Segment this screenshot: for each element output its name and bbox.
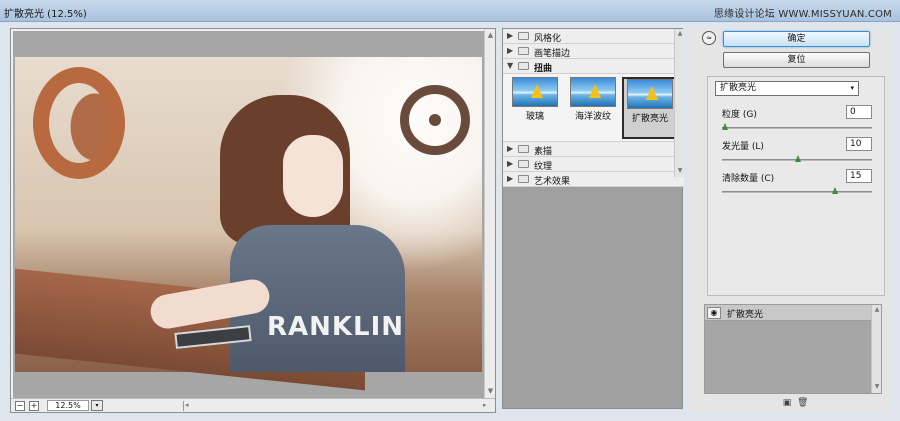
effect-layer-name: 扩散亮光 <box>727 310 764 320</box>
scroll-down-arrow-icon[interactable]: ▼ <box>676 167 684 175</box>
window-title: 扩散亮光 (12.5%) <box>4 9 87 20</box>
folder-label: 扭曲 <box>534 64 553 74</box>
thumb-diffuse-glow[interactable]: 扩散亮光 <box>622 77 678 139</box>
photo-face <box>283 135 343 217</box>
expand-triangle-icon[interactable]: ▶ <box>507 175 513 183</box>
thumb-label: 海洋波纹 <box>574 112 611 122</box>
eye-visibility-icon[interactable]: ◉ <box>707 307 721 319</box>
zoom-in-button[interactable]: + <box>29 401 39 411</box>
chevron-down-icon: ▾ <box>850 84 854 92</box>
preview-panel: RANKLIN ▲ ▼ − + 12.5% ▾ ◂ ▸ <box>10 28 496 413</box>
filter-gallery-window: RANKLIN ▲ ▼ − + 12.5% ▾ ◂ ▸ ▶ 风格化 ▶ 画笔描边… <box>0 22 900 421</box>
effect-layer-row[interactable]: ◉ 扩散亮光 <box>705 305 872 321</box>
zoom-bar: − + 12.5% ▾ ◂ ▸ <box>11 398 495 412</box>
folder-icon <box>518 160 529 168</box>
param-label: 粒度 (G) <box>722 110 757 120</box>
folder-label: 艺术效果 <box>534 177 571 187</box>
expand-triangle-icon[interactable]: ▶ <box>507 160 513 168</box>
filter-gallery: ▶ 风格化 ▶ 画笔描边 ▼ 扭曲 玻璃 海洋波纹 扩散亮光 ▶ 素描 ▶ 纹理… <box>502 28 684 409</box>
folder-icon <box>518 145 529 153</box>
param-value-input[interactable]: 15 <box>846 169 872 183</box>
param-label: 发光量 (L) <box>722 142 764 152</box>
folder-label: 纹理 <box>534 162 553 172</box>
sailboat-thumbnail-icon <box>627 79 673 109</box>
zoom-level-field[interactable]: 12.5% <box>47 400 89 411</box>
folder-label: 风格化 <box>534 34 562 44</box>
slider-knob[interactable] <box>722 123 729 130</box>
param-label: 清除数量 (C) <box>722 174 775 184</box>
scroll-right-arrow-icon[interactable]: ▸ <box>483 401 491 411</box>
folder-label: 素描 <box>534 147 553 157</box>
folder-stylize[interactable]: ▶ 风格化 <box>503 29 684 44</box>
param-clear-amount: 清除数量 (C) 15 <box>722 169 877 207</box>
thumb-label: 玻璃 <box>525 112 544 122</box>
folder-artistic[interactable]: ▶ 艺术效果 <box>503 172 684 187</box>
slider-knob[interactable] <box>795 155 802 162</box>
title-bar: 扩散亮光 (12.5%) 思缘设计论坛 WWW.MISSYUAN.COM <box>0 0 900 22</box>
preview-vertical-scrollbar[interactable]: ▲ ▼ <box>484 29 495 398</box>
filter-select[interactable]: 扩散亮光 ▾ <box>715 81 859 96</box>
scroll-up-arrow-icon[interactable]: ▲ <box>873 306 881 314</box>
expand-triangle-icon[interactable]: ▶ <box>507 145 513 153</box>
reset-button[interactable]: 复位 <box>723 52 870 68</box>
thumb-label: 扩散亮光 <box>631 114 668 124</box>
thumb-glass[interactable]: 玻璃 <box>507 77 563 139</box>
layers-scrollbar[interactable]: ▲ ▼ <box>871 305 881 393</box>
zoom-dropdown-button[interactable]: ▾ <box>91 400 103 411</box>
thumb-ocean-ripple[interactable]: 海洋波纹 <box>565 77 621 139</box>
scroll-down-arrow-icon[interactable]: ▼ <box>486 386 495 396</box>
param-value-input[interactable]: 10 <box>846 137 872 151</box>
folder-label: 画笔描边 <box>534 49 571 59</box>
new-effect-layer-icon[interactable]: ▣ <box>782 398 792 408</box>
slider-track[interactable] <box>722 191 872 193</box>
zoom-out-button[interactable]: − <box>15 401 25 411</box>
sailboat-thumbnail-icon <box>570 77 616 107</box>
scroll-down-arrow-icon[interactable]: ▼ <box>873 383 881 391</box>
preview-canvas[interactable]: RANKLIN <box>13 31 484 398</box>
filter-settings: 扩散亮光 ▾ 粒度 (G) 0 发光量 (L) 10 清除数量 (C) 15 <box>707 76 885 296</box>
folder-sketch[interactable]: ▶ 素描 <box>503 142 684 157</box>
collapse-gallery-icon[interactable]: ≈ <box>702 31 716 45</box>
expand-triangle-icon[interactable]: ▶ <box>507 32 513 40</box>
collapse-triangle-icon[interactable]: ▼ <box>507 62 513 70</box>
effect-layers-list: ◉ 扩散亮光 ▲ ▼ <box>704 304 882 394</box>
filter-category-list: ▶ 风格化 ▶ 画笔描边 ▼ 扭曲 玻璃 海洋波纹 扩散亮光 ▶ 素描 ▶ 纹理… <box>503 29 684 187</box>
slider-knob[interactable] <box>831 187 839 194</box>
watermark-text: 思缘设计论坛 WWW.MISSYUAN.COM <box>713 9 892 20</box>
filter-select-value: 扩散亮光 <box>720 83 757 93</box>
expand-triangle-icon[interactable]: ▶ <box>507 47 513 55</box>
sailboat-thumbnail-icon <box>512 77 558 107</box>
scroll-up-arrow-icon[interactable]: ▲ <box>676 30 684 38</box>
folder-distort[interactable]: ▼ 扭曲 <box>503 59 684 74</box>
ok-button[interactable]: 确定 <box>723 31 870 47</box>
scroll-left-arrow-icon[interactable]: ◂ <box>183 401 191 411</box>
photo-lifebuoy <box>33 67 125 179</box>
folder-icon <box>518 175 529 183</box>
folder-brush-strokes[interactable]: ▶ 画笔描边 <box>503 44 684 59</box>
param-value-input[interactable]: 0 <box>846 105 872 119</box>
photo-shirt-text: RANKLIN <box>267 312 405 342</box>
folder-texture[interactable]: ▶ 纹理 <box>503 157 684 172</box>
controls-panel: ≈ 确定 复位 扩散亮光 ▾ 粒度 (G) 0 发光量 (L) 10 清除数量 … <box>690 28 892 413</box>
folder-icon <box>518 32 529 40</box>
delete-effect-layer-icon[interactable]: 🗑 <box>797 398 808 408</box>
slider-track[interactable] <box>722 127 872 129</box>
photo-ship-wheel <box>400 85 470 155</box>
folder-icon <box>518 47 529 55</box>
folder-open-icon <box>518 62 529 70</box>
distort-thumbnails: 玻璃 海洋波纹 扩散亮光 <box>503 74 684 142</box>
gallery-scrollbar[interactable]: ▲ ▼ <box>674 29 684 177</box>
scroll-up-arrow-icon[interactable]: ▲ <box>486 30 495 40</box>
preview-photo: RANKLIN <box>15 57 482 391</box>
